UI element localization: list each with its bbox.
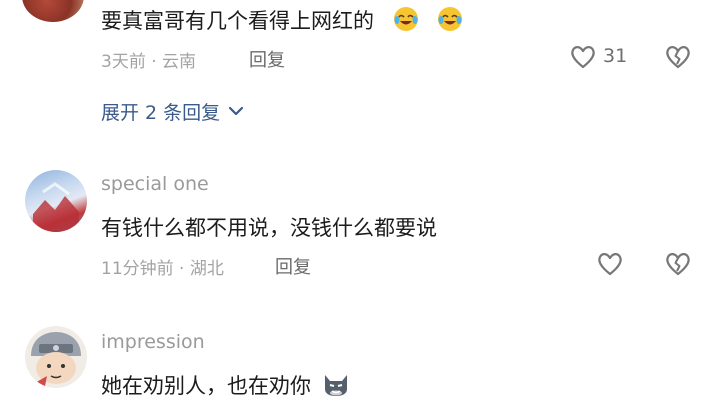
cat-face-emoji	[322, 371, 350, 402]
reply-button[interactable]: 回复	[249, 46, 285, 72]
expand-replies-label: 展开 2 条回复	[101, 102, 221, 124]
comment-text-content: 她在劝别人，也在劝你	[101, 374, 311, 398]
chevron-down-icon	[228, 105, 244, 117]
broken-heart-icon[interactable]	[664, 44, 692, 70]
avatar[interactable]	[22, 0, 84, 22]
heart-outline-icon[interactable]	[569, 44, 597, 70]
comment-meta: 3天前 · 云南	[101, 52, 197, 72]
laughing-crying-emoji	[437, 6, 463, 37]
comment-text: 有钱什么都不用说，没钱什么都要说	[101, 216, 437, 240]
like-count: 31	[603, 45, 628, 67]
comment-text: 她在劝别人，也在劝你	[101, 370, 350, 402]
laughing-crying-emoji	[393, 6, 419, 37]
username[interactable]: impression	[101, 331, 205, 353]
expand-replies-link[interactable]: 展开 2 条回复	[101, 98, 244, 125]
avatar[interactable]	[25, 326, 87, 388]
avatar[interactable]	[25, 170, 87, 232]
comment-text: 要真富哥有几个看得上网红的	[101, 5, 463, 37]
username[interactable]: special one	[101, 173, 209, 195]
comment-meta: 11分钟前 · 湖北	[101, 259, 224, 279]
heart-outline-icon[interactable]	[596, 251, 624, 277]
reply-button[interactable]: 回复	[275, 253, 311, 279]
comment-text-content: 要真富哥有几个看得上网红的	[101, 9, 374, 33]
broken-heart-icon[interactable]	[664, 251, 692, 277]
